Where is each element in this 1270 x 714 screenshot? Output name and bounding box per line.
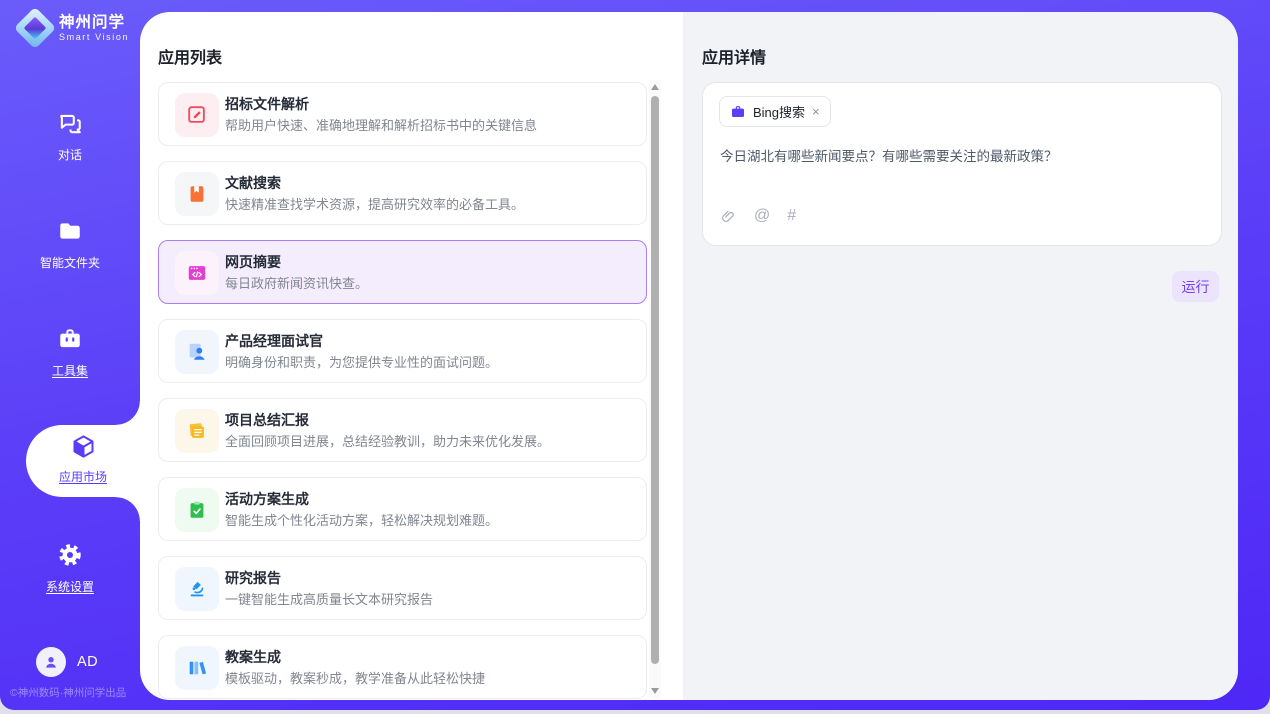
folder-icon bbox=[57, 218, 83, 244]
app-name: 网页摘要 bbox=[225, 252, 281, 272]
app-icon-tile bbox=[175, 646, 219, 690]
book-icon bbox=[186, 183, 208, 205]
scroll-up-button[interactable] bbox=[649, 80, 661, 94]
app-icon-tile bbox=[175, 172, 219, 216]
sidebar: 神州问学 Smart Vision 对话 智能文件夹 bbox=[0, 0, 140, 710]
brand-logo: 神州问学 Smart Vision bbox=[20, 13, 129, 43]
app-name: 教案生成 bbox=[225, 647, 281, 667]
app-list-item-bid-parse[interactable]: 招标文件解析 帮助用户快速、准确地理解和解析招标书中的关键信息 bbox=[158, 82, 647, 146]
app-list-item-project-summary[interactable]: 项目总结汇报 全面回顾项目进展，总结经验教训，助力未来优化发展。 bbox=[158, 398, 647, 462]
chat-icon bbox=[57, 110, 83, 136]
brand-name: 神州问学 bbox=[59, 14, 129, 31]
app-list-item-web-summary[interactable]: 网页摘要 每日政府新闻资讯快查。 bbox=[158, 240, 647, 304]
active-tab-curve-bottom bbox=[116, 497, 140, 521]
app-description: 全面回顾项目进展，总结经验教训，助力未来优化发展。 bbox=[225, 431, 550, 450]
app-name: 活动方案生成 bbox=[225, 489, 309, 509]
at-icon[interactable]: @ bbox=[754, 207, 770, 225]
scroll-down-button[interactable] bbox=[649, 684, 661, 698]
app-description: 模板驱动，教案秒成，教学准备从此轻松快捷 bbox=[225, 668, 485, 687]
app-description: 一键智能生成高质量长文本研究报告 bbox=[225, 589, 433, 608]
prompt-card: Bing搜索 × 今日湖北有哪些新闻要点？有哪些需要关注的最新政策？ @ # bbox=[702, 82, 1222, 246]
sidebar-item-label: 系统设置 bbox=[0, 578, 140, 595]
user-account[interactable]: AD bbox=[36, 647, 98, 677]
app-detail-title: 应用详情 bbox=[702, 44, 766, 68]
app-description: 智能生成个性化活动方案，轻松解决规划难题。 bbox=[225, 510, 498, 529]
app-icon-tile bbox=[175, 567, 219, 611]
user-initials: AD bbox=[77, 654, 98, 670]
run-button[interactable]: 运行 bbox=[1172, 271, 1219, 302]
sidebar-item-app-market[interactable]: 应用市场 bbox=[26, 425, 140, 497]
sidebar-item-settings[interactable]: 系统设置 bbox=[0, 542, 140, 602]
app-list-title: 应用列表 bbox=[158, 44, 222, 68]
tool-chip-bing-search[interactable]: Bing搜索 × bbox=[719, 96, 831, 127]
briefcase-icon bbox=[57, 326, 83, 352]
app-name: 招标文件解析 bbox=[225, 94, 309, 114]
app-name: 项目总结汇报 bbox=[225, 410, 309, 430]
app-description: 每日政府新闻资讯快查。 bbox=[225, 273, 368, 292]
sidebar-item-label: 应用市场 bbox=[26, 468, 140, 485]
notes-icon bbox=[186, 420, 208, 442]
sidebar-item-chat[interactable]: 对话 bbox=[0, 110, 140, 170]
avatar bbox=[36, 647, 66, 677]
app-name: 研究报告 bbox=[225, 568, 281, 588]
diamond-logo-icon bbox=[14, 7, 56, 49]
query-input[interactable]: 今日湖北有哪些新闻要点？有哪些需要关注的最新政策？ bbox=[720, 145, 1206, 165]
app-list-item-research-report[interactable]: 研究报告 一键智能生成高质量长文本研究报告 bbox=[158, 556, 647, 620]
app-list-item-event-plan[interactable]: 活动方案生成 智能生成个性化活动方案，轻松解决规划难题。 bbox=[158, 477, 647, 541]
sidebar-item-toolset[interactable]: 工具集 bbox=[0, 326, 140, 386]
tool-chip-label: Bing搜索 bbox=[753, 102, 805, 121]
app-icon-tile bbox=[175, 330, 219, 374]
clipboard-check-icon bbox=[186, 499, 208, 521]
sidebar-item-label: 对话 bbox=[0, 146, 140, 163]
microscope-icon bbox=[186, 578, 208, 600]
scroll-up-icon bbox=[651, 84, 659, 90]
scrollbar-thumb[interactable] bbox=[651, 96, 659, 664]
close-icon[interactable]: × bbox=[812, 105, 820, 118]
app-description: 帮助用户快速、准确地理解和解析招标书中的关键信息 bbox=[225, 115, 537, 134]
app-window: 神州问学 Smart Vision 对话 智能文件夹 bbox=[0, 0, 1270, 710]
app-list-item-literature-search[interactable]: 文献搜索 快速精准查找学术资源，提高研究效率的必备工具。 bbox=[158, 161, 647, 225]
scroll-down-icon bbox=[651, 688, 659, 694]
input-toolbar: @ # bbox=[720, 207, 796, 225]
person-icon bbox=[42, 653, 60, 671]
active-tab-curve-top bbox=[116, 401, 140, 425]
app-description: 快速精准查找学术资源，提高研究效率的必备工具。 bbox=[225, 194, 524, 213]
sidebar-item-label: 智能文件夹 bbox=[0, 254, 140, 271]
app-icon-tile bbox=[175, 488, 219, 532]
app-list-item-lesson-plan[interactable]: 教案生成 模板驱动，教案秒成，教学准备从此轻松快捷 bbox=[158, 635, 647, 699]
briefcase-icon bbox=[730, 104, 746, 120]
interview-icon bbox=[186, 341, 208, 363]
app-list-item-pm-interviewer[interactable]: 产品经理面试官 明确身份和职责，为您提供专业性的面试问题。 bbox=[158, 319, 647, 383]
app-name: 文献搜索 bbox=[225, 173, 281, 193]
app-description: 明确身份和职责，为您提供专业性的面试问题。 bbox=[225, 352, 498, 371]
cube-icon bbox=[70, 447, 97, 464]
paperclip-icon[interactable] bbox=[720, 208, 737, 225]
gear-icon bbox=[57, 542, 83, 568]
sidebar-item-smart-folder[interactable]: 智能文件夹 bbox=[0, 218, 140, 278]
sidebar-item-label: 工具集 bbox=[0, 362, 140, 379]
pen-edit-icon bbox=[186, 104, 208, 126]
web-code-icon bbox=[186, 262, 208, 284]
app-icon-tile bbox=[175, 93, 219, 137]
books-icon bbox=[186, 657, 208, 679]
copyright-text: ©神州数码·神州问学出品 bbox=[10, 685, 142, 700]
app-name: 产品经理面试官 bbox=[225, 331, 323, 351]
app-icon-tile bbox=[175, 251, 219, 295]
brand-subtitle: Smart Vision bbox=[59, 33, 129, 43]
hash-icon[interactable]: # bbox=[787, 207, 796, 225]
app-icon-tile bbox=[175, 409, 219, 453]
app-list-scrollbar[interactable] bbox=[649, 80, 661, 698]
main-content: 应用列表 应用详情 招标文件解析 帮助用户快速、准确地理解和解析招标书中的关键信… bbox=[140, 12, 1238, 700]
